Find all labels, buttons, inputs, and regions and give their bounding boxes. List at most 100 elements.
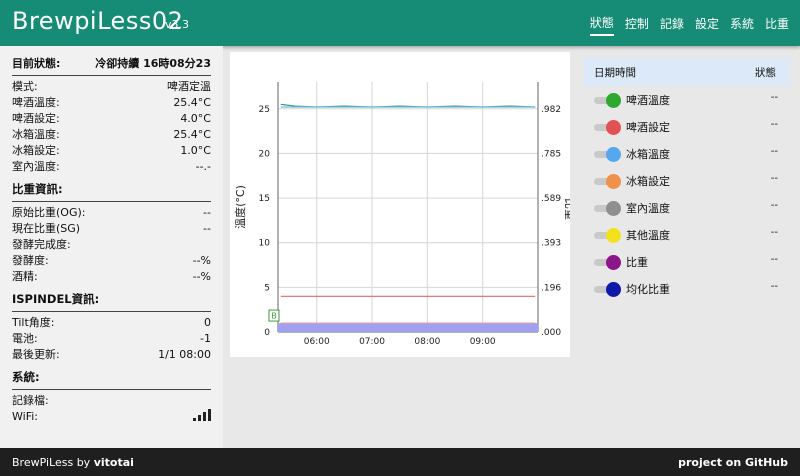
info-value: --.- bbox=[195, 160, 211, 173]
series-toggle[interactable] bbox=[594, 200, 621, 216]
legend-item[interactable]: 比重 -- bbox=[584, 248, 790, 275]
info-key: Tilt角度: bbox=[12, 316, 55, 329]
info-row: 現在比重(SG) -- bbox=[12, 221, 211, 237]
info-value: 25.4°C bbox=[173, 128, 211, 141]
legend-item-value: -- bbox=[770, 119, 778, 130]
y-tick-label: 15 bbox=[259, 194, 270, 204]
legend-item[interactable]: 啤酒設定 -- bbox=[584, 113, 790, 140]
legend-item-label: 冰箱溫度 bbox=[626, 147, 670, 161]
legend-item-value: -- bbox=[770, 227, 778, 238]
info-value: --% bbox=[192, 254, 211, 267]
y2-tick-label: .393 bbox=[541, 239, 561, 249]
y-tick-label: 25 bbox=[259, 105, 270, 115]
toggle-knob bbox=[606, 146, 621, 162]
x-tick-label: 08:00 bbox=[414, 337, 440, 347]
log-label: 記錄檔: bbox=[12, 394, 49, 407]
toggle-knob bbox=[606, 200, 621, 216]
series-toggle[interactable] bbox=[594, 92, 621, 108]
legend-item-label: 冰箱設定 bbox=[626, 174, 670, 188]
signal-bar bbox=[203, 412, 206, 421]
series-toggle[interactable] bbox=[594, 254, 621, 270]
legend-item[interactable]: 啤酒溫度 -- bbox=[584, 86, 790, 113]
status-sidebar: 目前狀態: 冷卻持續 16時08分23 模式: 啤酒定溫 啤酒溫度: 25.4°C … bbox=[0, 46, 223, 448]
info-key: 原始比重(OG): bbox=[12, 206, 86, 219]
legend-item-label: 室內溫度 bbox=[626, 201, 670, 215]
info-key: 冰箱設定: bbox=[12, 144, 60, 157]
github-link[interactable]: project on GitHub bbox=[678, 456, 788, 469]
app-version: v3.3 bbox=[165, 18, 190, 31]
info-row: 發酵度: --% bbox=[12, 253, 211, 269]
y-tick-label: 10 bbox=[259, 239, 271, 249]
info-key: 啤酒溫度: bbox=[12, 96, 60, 109]
legend-rows: 啤酒溫度 -- 啤酒設定 -- 冰箱溫度 -- 冰箱設定 -- 室內溫度 -- 其他溫度 -- 比重 --… bbox=[584, 86, 790, 302]
toggle-knob bbox=[606, 119, 621, 135]
signal-bar bbox=[198, 415, 201, 421]
info-key: 酒精: bbox=[12, 270, 38, 283]
nav-gravity[interactable]: 比重 bbox=[765, 12, 789, 35]
divider bbox=[12, 75, 211, 76]
legend-item[interactable]: 室內溫度 -- bbox=[584, 194, 790, 221]
series-toggle[interactable] bbox=[594, 281, 621, 297]
wifi-signal-icon bbox=[193, 409, 211, 421]
info-row: 最後更新: 1/1 08:00 bbox=[12, 347, 211, 363]
info-key: 冰箱溫度: bbox=[12, 128, 60, 141]
y-tick-label: 20 bbox=[259, 149, 271, 159]
series-toggle[interactable] bbox=[594, 227, 621, 243]
footer-prefix: BrewPiLess by bbox=[12, 456, 94, 469]
log-row: 記錄檔: bbox=[12, 393, 211, 409]
nav-control[interactable]: 控制 bbox=[625, 12, 649, 35]
y2-axis-title: 比重 bbox=[563, 198, 570, 220]
y2-tick-label: .000 bbox=[541, 328, 561, 338]
info-key: 啤酒設定: bbox=[12, 112, 60, 125]
series-toggle[interactable] bbox=[594, 119, 621, 135]
legend-item[interactable]: 冰箱溫度 -- bbox=[584, 140, 790, 167]
nav-system[interactable]: 系統 bbox=[730, 12, 754, 35]
nav-status[interactable]: 狀態 bbox=[589, 11, 614, 36]
divider bbox=[12, 389, 211, 390]
y2-tick-label: .982 bbox=[541, 105, 561, 115]
y2-tick-label: .196 bbox=[541, 283, 561, 293]
app-title: BrewpiLess02 bbox=[12, 7, 184, 35]
current-status-row: 目前狀態: 冷卻持續 16時08分23 bbox=[12, 56, 211, 72]
legend-item-label: 其他溫度 bbox=[626, 228, 670, 242]
info-key: 模式: bbox=[12, 80, 38, 93]
footer-author-link[interactable]: vitotai bbox=[94, 456, 134, 469]
y2-tick-label: .589 bbox=[541, 194, 561, 204]
chart-svg: 0 .000 5 .196 10 .393 15 .589 20 .785 25 .982 06:00 0… bbox=[233, 82, 577, 347]
series-toggle[interactable] bbox=[594, 173, 621, 189]
wifi-row: WiFi: bbox=[12, 409, 211, 425]
nav-config[interactable]: 設定 bbox=[695, 12, 719, 35]
y2-tick-label: .785 bbox=[541, 149, 561, 159]
annotation-label: B bbox=[271, 312, 277, 321]
toggle-knob bbox=[606, 173, 621, 189]
y-axis-title: 溫度(°C) bbox=[233, 185, 247, 229]
y-tick-label: 5 bbox=[264, 283, 270, 293]
nav-log[interactable]: 記錄 bbox=[660, 12, 684, 35]
divider bbox=[12, 311, 211, 312]
legend-item-value: -- bbox=[770, 173, 778, 184]
info-key: 現在比重(SG) bbox=[12, 222, 81, 235]
legend-item[interactable]: 冰箱設定 -- bbox=[584, 167, 790, 194]
info-value: 1/1 08:00 bbox=[158, 348, 211, 361]
legend-item-label: 啤酒溫度 bbox=[626, 93, 670, 107]
series-toggle[interactable] bbox=[594, 146, 621, 162]
legend-item-label: 比重 bbox=[626, 255, 648, 269]
info-row: Tilt角度: 0 bbox=[12, 315, 211, 331]
y-tick-label: 0 bbox=[264, 328, 270, 338]
legend-item-value: -- bbox=[770, 281, 778, 292]
legend-state-header: 狀態 bbox=[755, 66, 776, 79]
legend-time-header: 日期時間 bbox=[594, 66, 636, 79]
top-app-bar: BrewpiLess02 v3.3 狀態 控制 記錄 設定 系統 比重 bbox=[0, 0, 800, 46]
legend-item-value: -- bbox=[770, 254, 778, 265]
main-nav: 狀態 控制 記錄 設定 系統 比重 bbox=[589, 0, 800, 46]
legend-item-value: -- bbox=[770, 200, 778, 211]
temperature-chart[interactable]: 0 .000 5 .196 10 .393 15 .589 20 .785 25 .982 06:00 0… bbox=[230, 52, 577, 357]
info-row: 冰箱溫度: 25.4°C bbox=[12, 127, 211, 143]
info-value: 1.0°C bbox=[180, 144, 211, 157]
info-key: 發酵度: bbox=[12, 254, 49, 267]
info-value: -- bbox=[203, 206, 211, 219]
info-row: 發酵完成度: bbox=[12, 237, 211, 253]
legend-item[interactable]: 其他溫度 -- bbox=[584, 221, 790, 248]
legend-item[interactable]: 均化比重 -- bbox=[584, 275, 790, 302]
legend-item-value: -- bbox=[770, 146, 778, 157]
